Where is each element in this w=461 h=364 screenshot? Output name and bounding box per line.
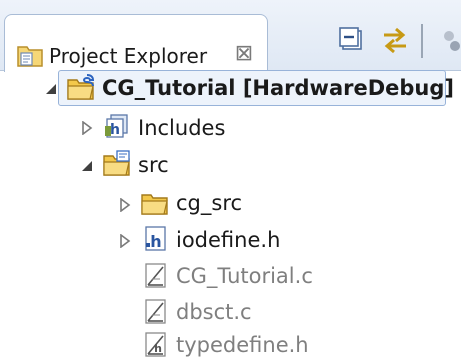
toolbar-separator — [421, 24, 423, 58]
tree-item-cg-tutorial-c[interactable]: CG_Tutorial.c — [176, 264, 313, 288]
close-icon[interactable]: ⊠ — [230, 40, 258, 68]
tree-item-typedefine[interactable]: typedefine.h — [176, 333, 309, 357]
includes-icon: h — [102, 112, 132, 142]
link-with-editor-icon — [384, 27, 406, 54]
tree-item-dbsct-c[interactable]: dbsct.c — [176, 300, 252, 324]
svg-text:h: h — [154, 342, 162, 355]
collapse-all-icon — [339, 27, 362, 50]
view-header: Project Explorer ⊠ — [0, 0, 461, 72]
header-file-icon: h — [140, 224, 170, 254]
svg-text:h: h — [150, 232, 161, 251]
collapsed-twisty-icon[interactable] — [80, 120, 94, 136]
source-folder-icon — [102, 149, 132, 179]
project-folder-icon — [66, 73, 96, 103]
tree-item-cg-src[interactable]: cg_src — [176, 191, 242, 215]
tree-item-project[interactable]: CG_Tutorial [HardwareDebug] — [102, 76, 454, 100]
excluded-c-file-icon — [140, 261, 170, 291]
tree-item-src[interactable]: src — [138, 153, 169, 177]
view-menu-icon[interactable] — [440, 24, 461, 56]
tab-project-explorer[interactable]: Project Explorer ⊠ — [4, 14, 268, 72]
collapse-all-button[interactable] — [336, 24, 368, 56]
tree-item-includes[interactable]: Includes — [138, 116, 225, 140]
folder-icon — [140, 188, 170, 218]
expanded-twisty-icon[interactable] — [80, 158, 94, 172]
tab-title: Project Explorer — [49, 44, 208, 68]
svg-text:h: h — [110, 122, 120, 138]
collapsed-twisty-icon[interactable] — [118, 233, 132, 249]
excluded-c-file-icon — [140, 297, 170, 327]
expanded-twisty-icon[interactable] — [44, 81, 58, 95]
tree-item-iodefine[interactable]: iodefine.h — [176, 228, 280, 252]
project-explorer-icon — [15, 41, 45, 71]
link-with-editor-button[interactable] — [379, 24, 411, 56]
collapsed-twisty-icon[interactable] — [118, 197, 132, 213]
